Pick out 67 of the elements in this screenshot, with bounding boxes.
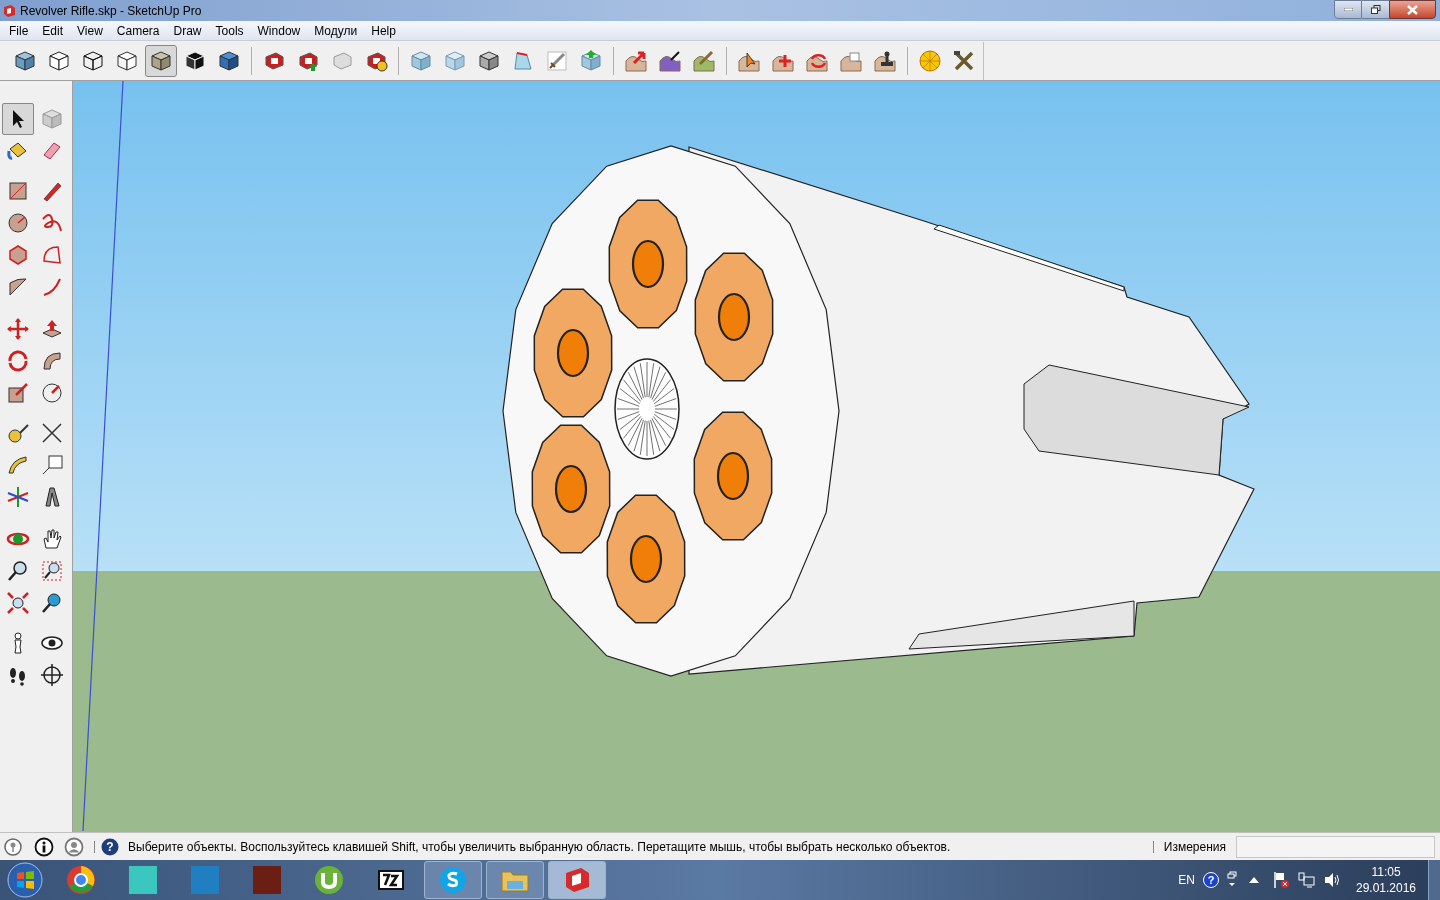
app-icon <box>189 864 221 896</box>
chevron-up-icon[interactable] <box>1249 877 1259 883</box>
menu-item[interactable]: Help <box>364 21 403 40</box>
minimize-icon <box>1343 8 1353 11</box>
start-orb-icon <box>7 862 43 898</box>
menu-item[interactable]: Camera <box>109 21 167 40</box>
chat-icon <box>437 864 469 896</box>
move-icon <box>6 317 30 341</box>
app-icon <box>251 864 283 896</box>
app-logo-icon <box>2 3 16 18</box>
text-label-icon <box>40 453 64 477</box>
torrent-icon <box>313 864 345 896</box>
restore-icon <box>1370 5 1381 14</box>
geo-location-icon[interactable] <box>4 837 22 856</box>
app-icon <box>127 864 159 896</box>
menu-item[interactable]: View <box>70 21 110 40</box>
sandbox-brush-icon <box>692 48 716 73</box>
status-message: Выберите объекты. Воспользуйтесь клавишей Shift, чтобы увеличить выбранную область. Перетащите мышь, чтобы выбрать несколько объектов. <box>128 838 951 856</box>
help-icon[interactable]: ? <box>1203 872 1219 888</box>
zoom-extents-icon <box>6 591 30 615</box>
sword-icon <box>545 48 569 73</box>
menu-item[interactable]: Edit <box>35 21 71 40</box>
menu-item[interactable]: File <box>2 21 36 40</box>
close-icon <box>1407 4 1418 15</box>
measurements-label: Измерения <box>1163 838 1226 856</box>
help-icon[interactable]: ? <box>101 837 119 856</box>
toolbar-button[interactable] <box>145 44 177 77</box>
zoom-previous-icon <box>40 591 64 615</box>
sandbox-arrow-icon <box>658 48 682 73</box>
polygon-icon <box>6 243 30 267</box>
crosshair-icon <box>40 663 64 687</box>
hand-icon <box>40 527 64 551</box>
tape-measure-icon <box>6 421 30 445</box>
zoom-window-icon <box>40 559 64 583</box>
axes-icon <box>6 485 30 509</box>
tools-icon <box>952 48 976 73</box>
info-icon[interactable] <box>34 836 54 857</box>
globe-icon <box>918 48 942 73</box>
maximize-button[interactable] <box>1362 0 1389 19</box>
follow-me-icon <box>40 349 64 373</box>
menu-item[interactable]: Tools <box>208 21 251 40</box>
dimension-icon <box>40 421 64 445</box>
language-indicator[interactable]: EN <box>1178 871 1195 889</box>
clock-date[interactable]: 29.01.2016 <box>1355 880 1417 896</box>
browser-icon <box>65 864 97 896</box>
zoom-icon <box>6 559 30 583</box>
close-button[interactable] <box>1389 0 1436 19</box>
menu-item[interactable]: Модули <box>307 21 365 40</box>
offset-icon <box>40 381 64 405</box>
window-title: Revolver Rifle.skp - SketchUp Pro <box>20 2 202 20</box>
rotate-icon <box>6 349 30 373</box>
tool-button[interactable] <box>2 103 34 135</box>
flag-icon[interactable] <box>1273 871 1289 889</box>
arc-icon <box>40 243 64 267</box>
clock-time[interactable]: 11:05 <box>1371 864 1401 880</box>
circle-icon <box>6 211 30 235</box>
scale-icon <box>6 381 30 405</box>
network-icon[interactable] <box>1298 871 1316 889</box>
menu-item[interactable]: Draw <box>166 21 209 40</box>
user-icon[interactable] <box>64 836 84 857</box>
measurements-field[interactable] <box>1236 835 1435 858</box>
cube-icon <box>40 107 64 131</box>
speaker-icon[interactable] <box>1324 872 1342 888</box>
menu-item[interactable]: Window <box>250 21 308 40</box>
protractor-icon <box>6 453 30 477</box>
rectangle-icon <box>6 179 30 203</box>
box-arrow-icon <box>579 48 603 73</box>
